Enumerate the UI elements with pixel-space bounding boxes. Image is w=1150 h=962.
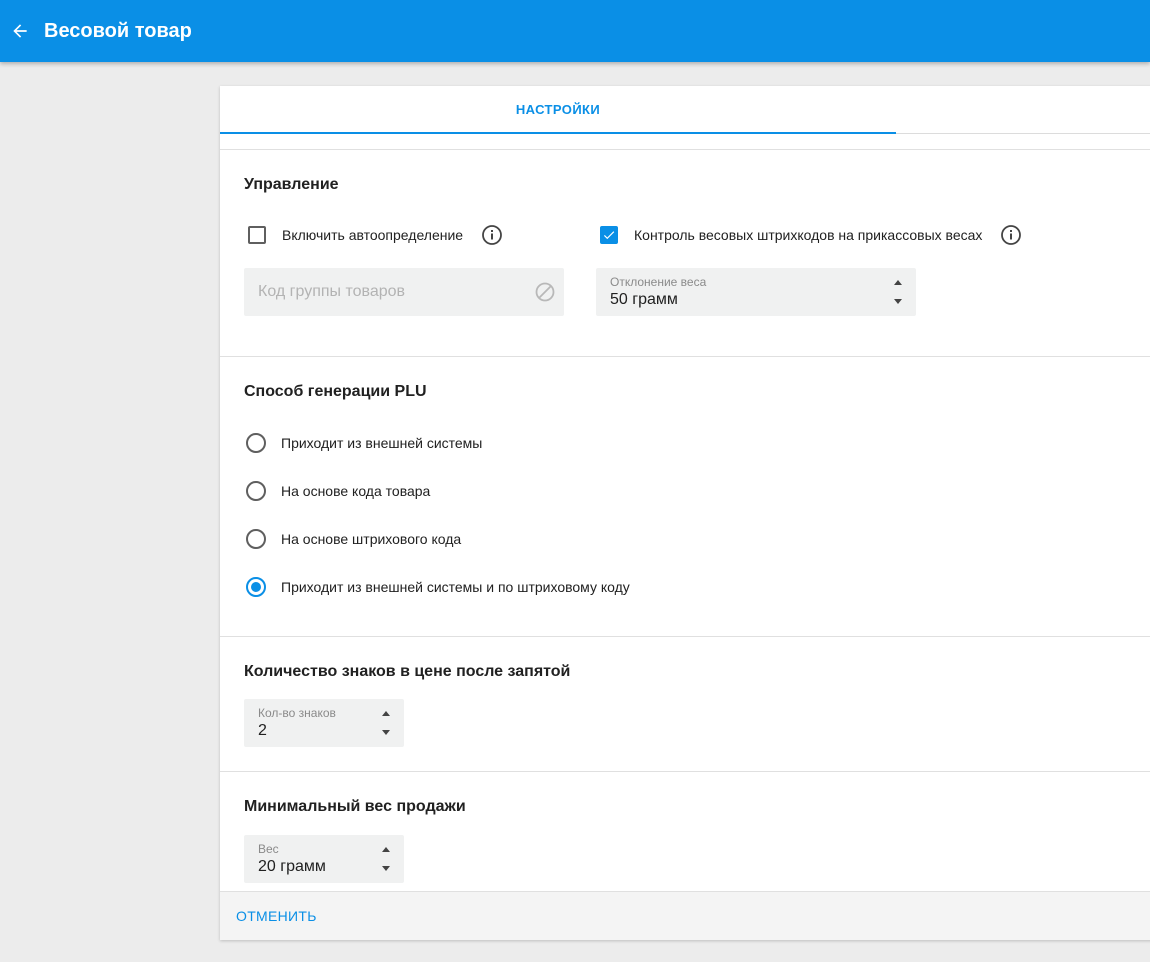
autodetect-checkbox-row[interactable]: Включить автоопределение [248,224,503,246]
radio-button[interactable] [246,529,266,549]
decrement-icon[interactable] [894,299,902,304]
management-section: Управление Включить автоопределение Конт… [220,149,1150,356]
barcode-control-checkbox[interactable] [600,226,618,244]
plu-title: Способ генерации PLU [244,383,427,400]
decimals-value: 2 [258,722,267,739]
check-icon [603,231,615,240]
decimals-field[interactable]: Кол-во знаков 2 [244,699,404,747]
block-icon [535,282,555,302]
weight-deviation-field[interactable]: Отклонение веса 50 грамм [596,268,916,316]
decimals-title: Количество знаков в цене после запятой [244,663,571,680]
plu-option-label: Приходит из внешней системы [281,435,483,451]
min-weight-value: 20 грамм [258,858,326,875]
autodetect-label: Включить автоопределение [282,227,464,243]
tab-bar: НАСТРОЙКИ [220,86,1150,134]
decimals-section: Количество знаков в цене после запятой К… [220,637,1150,771]
min-weight-label: Вес [258,842,279,856]
plu-option-label: На основе кода товара [281,483,431,499]
increment-icon[interactable] [894,280,902,285]
weight-deviation-stepper[interactable] [892,280,904,304]
info-icon[interactable] [1000,224,1022,246]
management-title: Управление [244,176,339,193]
tab-settings[interactable]: НАСТРОЙКИ [220,86,896,134]
plu-option-external-and-barcode[interactable]: Приходит из внешней системы и по штрихов… [246,577,630,597]
plu-option-barcode[interactable]: На основе штрихового кода [246,529,461,549]
group-code-field: Код группы товаров [244,268,564,316]
plu-option-label: На основе штрихового кода [281,531,462,547]
page-title: Весовой товар [44,19,192,42]
weight-deviation-value: 50 грамм [610,291,678,308]
plu-section: Способ генерации PLU Приходит из внешней… [220,357,1150,636]
min-weight-title: Минимальный вес продажи [244,798,466,815]
increment-icon[interactable] [382,847,390,852]
plu-option-label: Приходит из внешней системы и по штрихов… [281,579,630,595]
barcode-control-label: Контроль весовых штрихкодов на прикассов… [634,227,983,243]
min-weight-stepper[interactable] [380,847,392,871]
barcode-control-checkbox-row[interactable]: Контроль весовых штрихкодов на прикассов… [600,224,1022,246]
back-button[interactable] [8,19,32,43]
app-bar: Весовой товар [0,0,1150,62]
increment-icon[interactable] [382,711,390,716]
arrow-left-icon [13,24,27,38]
info-icon[interactable] [481,224,503,246]
decimals-stepper[interactable] [380,711,392,735]
card-footer: ОТМЕНИТЬ [220,891,1150,940]
cancel-button[interactable]: ОТМЕНИТЬ [236,908,317,924]
decimals-label: Кол-во знаков [258,706,336,720]
decrement-icon[interactable] [382,730,390,735]
plu-option-product-code[interactable]: На основе кода товара [246,481,430,501]
group-code-placeholder: Код группы товаров [258,283,406,300]
radio-button[interactable] [246,433,266,453]
radio-button[interactable] [246,481,266,501]
radio-button-selected[interactable] [246,577,266,597]
min-weight-field[interactable]: Вес 20 грамм [244,835,404,883]
plu-option-external[interactable]: Приходит из внешней системы [246,433,482,453]
settings-card: НАСТРОЙКИ Управление Включить автоопреде… [220,86,1150,940]
min-weight-section: Минимальный вес продажи Вес 20 грамм [220,772,1150,906]
decrement-icon[interactable] [382,866,390,871]
autodetect-checkbox[interactable] [248,226,266,244]
weight-deviation-label: Отклонение веса [610,275,707,289]
